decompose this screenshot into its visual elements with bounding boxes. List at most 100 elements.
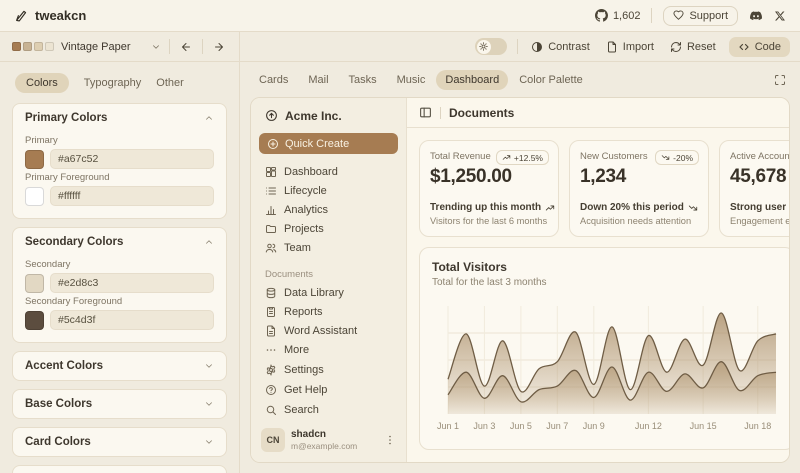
theme-select[interactable]: Vintage Paper: [12, 41, 161, 53]
section-header-secondary[interactable]: Secondary Colors: [13, 228, 226, 256]
sidebar-item-get-help[interactable]: Get Help: [259, 380, 398, 400]
sidebar-item-label: Analytics: [284, 204, 328, 216]
chevron-down-icon: [204, 361, 214, 371]
color-field-row: [25, 149, 214, 169]
import-button[interactable]: Import: [603, 39, 657, 55]
stat-title: Active Accounts: [730, 151, 789, 162]
section-header-card[interactable]: Card Colors: [13, 428, 226, 456]
badge-value: -20%: [673, 153, 693, 163]
tab-cards[interactable]: Cards: [250, 70, 297, 90]
stat-footnote-text: Down 20% this period: [580, 202, 684, 213]
tab-dashboard[interactable]: Dashboard: [436, 70, 508, 90]
theme-editor-sidebar: Colors Typography Other Primary Colors P…: [0, 62, 240, 473]
tab-typography[interactable]: Typography: [84, 77, 141, 89]
stat-subtext: Acquisition needs attention: [580, 216, 698, 226]
tab-color-palette[interactable]: Color Palette: [510, 70, 592, 90]
sidebar-item-dashboard[interactable]: Dashboard: [259, 162, 398, 181]
theme-swatch-3: [34, 42, 43, 51]
demo-sidebar: Acme Inc. Quick Create Dashboard Lifecyc…: [251, 98, 407, 462]
sidebar-item-label: Projects: [284, 223, 324, 235]
discord-icon: [749, 9, 763, 23]
sidebar-item-search[interactable]: Search: [259, 400, 398, 420]
color-input-primary-foreground[interactable]: [50, 186, 214, 206]
sidebar-item-label: Dashboard: [284, 166, 338, 178]
maximize-icon: [774, 74, 786, 86]
user-menu-button[interactable]: [384, 434, 396, 446]
discord-button[interactable]: [749, 9, 763, 23]
sidebar-footer: Settings Get Help Search CN shadcn: [259, 360, 398, 452]
visitors-area-chart[interactable]: Jun 1Jun 3Jun 5Jun 7Jun 9Jun 12Jun 15Jun…: [432, 296, 782, 436]
sidebar-item-reports[interactable]: Reports: [259, 303, 398, 322]
sidebar-item-label: Reports: [284, 306, 323, 318]
sidebar-toggle-button[interactable]: [419, 106, 432, 119]
redo-button[interactable]: [211, 39, 227, 55]
sidebar-item-label: Get Help: [284, 384, 327, 396]
preview-tabs: Cards Mail Tasks Music Dashboard Color P…: [250, 70, 790, 90]
color-swatch-primary[interactable]: [25, 150, 44, 169]
sidebar-item-settings[interactable]: Settings: [259, 360, 398, 380]
trend-badge: -20%: [655, 150, 699, 165]
color-input-secondary[interactable]: [50, 273, 214, 293]
stat-card-active-accounts: Active Accounts +12.5% 45,678 Strong use…: [719, 140, 789, 237]
reset-label: Reset: [687, 41, 716, 53]
sidebar-item-analytics[interactable]: Analytics: [259, 200, 398, 219]
undo-button[interactable]: [178, 39, 194, 55]
demo-body: Total Revenue +12.5% $1,250.00 Trending …: [407, 128, 789, 462]
sidebar-item-word-assistant[interactable]: Word Assistant: [259, 322, 398, 341]
theme-mode-toggle[interactable]: [475, 38, 507, 55]
field-label: Secondary Foreground: [25, 296, 214, 307]
trend-badge: +12.5%: [496, 150, 549, 165]
sidebar-item-data-library[interactable]: Data Library: [259, 284, 398, 303]
user-menu[interactable]: CN shadcn m@example.com: [259, 428, 398, 452]
github-stars-button[interactable]: 1,602: [595, 9, 641, 22]
color-swatch-secondary-foreground[interactable]: [25, 311, 44, 330]
quick-create-button[interactable]: Quick Create: [259, 133, 398, 154]
support-button[interactable]: Support: [663, 6, 738, 26]
plus-circle-icon: [267, 138, 279, 150]
section-header-popover[interactable]: Popover Colors: [13, 466, 226, 473]
brand[interactable]: tweakcn: [14, 8, 86, 23]
color-swatch-secondary[interactable]: [25, 274, 44, 293]
stat-footnote-text: Strong user retention: [730, 202, 789, 213]
header-actions: 1,602 Support: [595, 6, 786, 26]
tab-colors[interactable]: Colors: [15, 73, 69, 93]
color-swatch-primary-foreground[interactable]: [25, 187, 44, 206]
tab-music[interactable]: Music: [388, 70, 435, 90]
sidebar-item-team[interactable]: Team: [259, 238, 398, 257]
section-header-base[interactable]: Base Colors: [13, 390, 226, 418]
tab-mail[interactable]: Mail: [299, 70, 337, 90]
theme-name: Vintage Paper: [61, 41, 144, 53]
reset-button[interactable]: Reset: [667, 39, 719, 55]
section-card-colors: Card Colors: [12, 427, 227, 457]
file-text-icon: [265, 325, 277, 337]
section-secondary-colors: Secondary Colors Secondary Secondary For…: [12, 227, 227, 343]
org-switcher[interactable]: Acme Inc.: [259, 106, 398, 125]
stat-footnote-text: Trending up this month: [430, 202, 541, 213]
arrow-left-icon: [180, 41, 192, 53]
code-button[interactable]: Code: [729, 37, 790, 57]
x-twitter-button[interactable]: [774, 10, 786, 22]
tab-other[interactable]: Other: [156, 77, 184, 89]
sidebar-item-more[interactable]: More: [259, 341, 398, 360]
contrast-button[interactable]: Contrast: [528, 39, 593, 55]
import-file-icon: [606, 41, 618, 53]
section-body: Secondary Secondary Foreground: [13, 259, 226, 342]
user-name: shadcn: [291, 429, 357, 441]
sidebar-item-lifecycle[interactable]: Lifecycle: [259, 181, 398, 200]
sidebar-item-projects[interactable]: Projects: [259, 219, 398, 238]
divider: [202, 39, 203, 54]
chevron-up-icon: [204, 237, 214, 247]
badge-value: +12.5%: [514, 153, 543, 163]
color-input-secondary-foreground[interactable]: [50, 310, 214, 330]
section-header-accent[interactable]: Accent Colors: [13, 352, 226, 380]
fullscreen-button[interactable]: [770, 72, 790, 88]
code-icon: [738, 41, 750, 53]
dashboard-preview-panel: Acme Inc. Quick Create Dashboard Lifecyc…: [250, 97, 790, 463]
section-header-primary[interactable]: Primary Colors: [13, 104, 226, 132]
divider: [169, 39, 170, 54]
color-input-primary[interactable]: [50, 149, 214, 169]
sidebar-item-label: Data Library: [284, 287, 344, 299]
user-email: m@example.com: [291, 441, 357, 451]
theme-swatches: [12, 42, 54, 51]
tab-tasks[interactable]: Tasks: [340, 70, 386, 90]
